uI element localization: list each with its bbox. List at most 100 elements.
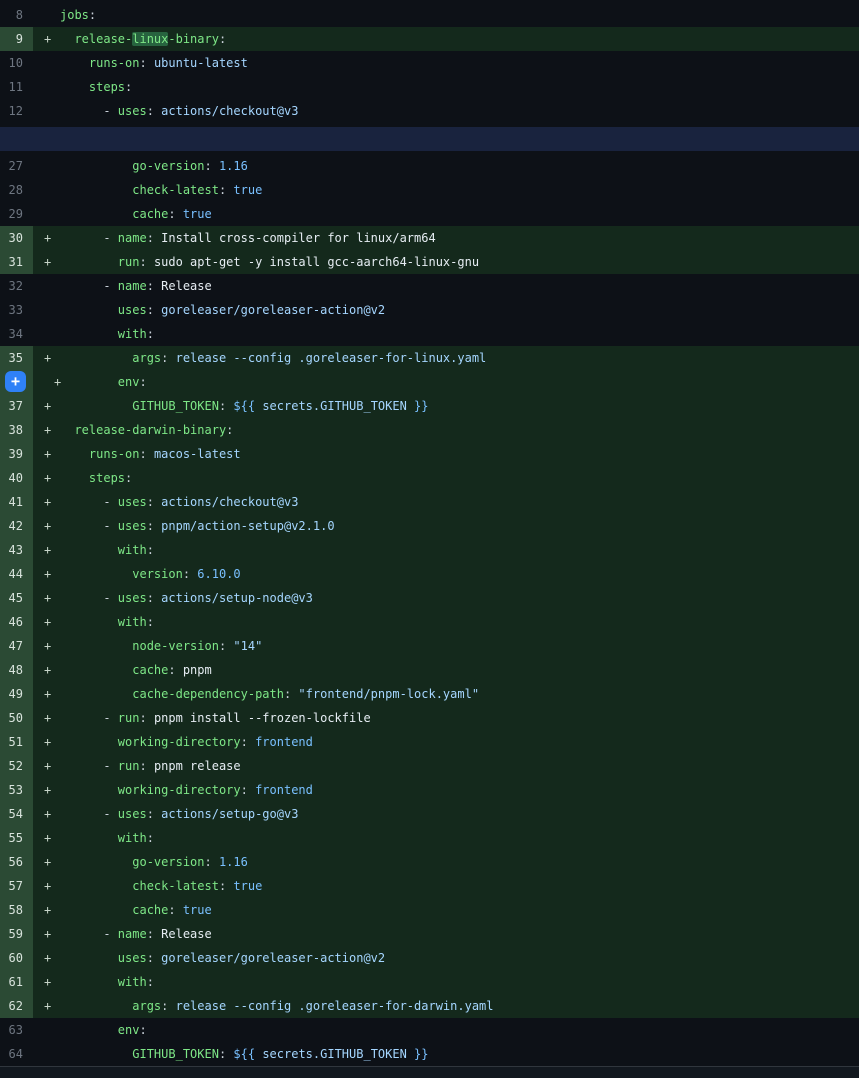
diff-row: 55+ with: xyxy=(0,826,859,850)
syntax-str: actions/checkout@v3 xyxy=(161,104,298,118)
line-number[interactable]: 39 xyxy=(0,442,33,466)
diff-row: 54+ - uses: actions/setup-go@v3 xyxy=(0,802,859,826)
syntax-key: uses xyxy=(118,591,147,605)
line-number[interactable]: 56 xyxy=(0,850,33,874)
line-number[interactable]: 32 xyxy=(0,274,33,298)
line-number[interactable]: 52 xyxy=(0,754,33,778)
syntax-key: steps xyxy=(60,471,125,485)
syntax-key: go-version xyxy=(60,855,205,869)
line-number[interactable]: 45 xyxy=(0,586,33,610)
syntax-str: actions/setup-go@v3 xyxy=(161,807,298,821)
line-number[interactable]: 29 xyxy=(0,202,33,226)
line-number[interactable]: 53 xyxy=(0,778,33,802)
line-number[interactable]: 47 xyxy=(0,634,33,658)
syntax-punct: : xyxy=(139,1023,146,1037)
diff-marker: + xyxy=(33,682,60,706)
syntax-punct: : xyxy=(147,807,161,821)
code-line: with: xyxy=(60,538,859,562)
diff-marker: + xyxy=(33,418,60,442)
syntax-key: check-latest xyxy=(60,183,219,197)
line-number[interactable]: 58 xyxy=(0,898,33,922)
line-number[interactable]: 49 xyxy=(0,682,33,706)
line-number[interactable]: 59 xyxy=(0,922,33,946)
line-body: + with: xyxy=(33,826,859,850)
line-number[interactable]: 51 xyxy=(0,730,33,754)
line-number[interactable]: 30 xyxy=(0,226,33,250)
code-line: with: xyxy=(60,610,859,634)
line-number[interactable]: 64 xyxy=(0,1042,33,1066)
line-body: + GITHUB_TOKEN: ${{ secrets.GITHUB_TOKEN… xyxy=(33,394,859,418)
syntax-str: ubuntu-latest xyxy=(154,56,248,70)
diff-row: 40+ steps: xyxy=(0,466,859,490)
line-number[interactable]: 31 xyxy=(0,250,33,274)
code-line: - uses: pnpm/action-setup@v2.1.0 xyxy=(60,514,859,538)
line-number[interactable]: 28 xyxy=(0,178,33,202)
line-number[interactable]: 62 xyxy=(0,994,33,1018)
line-number[interactable]: 8 xyxy=(0,3,33,27)
syntax-key: release- xyxy=(60,32,132,46)
syntax-key: run xyxy=(60,255,139,269)
diff-row: 60+ uses: goreleaser/goreleaser-action@v… xyxy=(0,946,859,970)
line-number[interactable]: 55 xyxy=(0,826,33,850)
line-number[interactable]: 33 xyxy=(0,298,33,322)
add-comment-button[interactable]: + xyxy=(5,371,26,392)
line-number[interactable]: 12 xyxy=(0,99,33,123)
syntax-punct: : xyxy=(147,303,161,317)
line-number[interactable]: 44 xyxy=(0,562,33,586)
line-number[interactable]: 61 xyxy=(0,970,33,994)
diff-marker: + xyxy=(33,898,60,922)
syntax-punct: : xyxy=(147,831,154,845)
diff-marker xyxy=(33,75,60,99)
diff-marker xyxy=(33,1018,60,1042)
code-line: - uses: actions/checkout@v3 xyxy=(60,490,859,514)
code-line: version: 6.10.0 xyxy=(60,562,859,586)
syntax-text: pnpm install --frozen-lockfile xyxy=(154,711,371,725)
line-number[interactable]: 35 xyxy=(0,346,33,370)
line-number[interactable]: 40 xyxy=(0,466,33,490)
line-body: + cache-dependency-path: "frontend/pnpm-… xyxy=(33,682,859,706)
line-number[interactable]: 63 xyxy=(0,1018,33,1042)
code-line: cache: true xyxy=(60,202,859,226)
line-number[interactable]: 60 xyxy=(0,946,33,970)
diff-marker: + xyxy=(33,442,60,466)
line-number[interactable]: 50 xyxy=(0,706,33,730)
code-line: steps: xyxy=(60,466,859,490)
syntax-key: with xyxy=(60,975,147,989)
syntax-punct: : xyxy=(219,32,226,46)
line-number[interactable]: 10 xyxy=(0,51,33,75)
line-number[interactable]: 54 xyxy=(0,802,33,826)
code-line: - run: pnpm install --frozen-lockfile xyxy=(60,706,859,730)
line-number[interactable]: 46 xyxy=(0,610,33,634)
line-number[interactable]: 41 xyxy=(0,490,33,514)
code-line: with: xyxy=(60,970,859,994)
diff-marker: + xyxy=(33,466,60,490)
syntax-punct: : xyxy=(284,687,298,701)
line-number[interactable]: 37 xyxy=(0,394,33,418)
syntax-punct: - xyxy=(60,711,118,725)
syntax-punct: : xyxy=(226,423,233,437)
line-number[interactable]: 27 xyxy=(0,154,33,178)
line-number[interactable]: 11 xyxy=(0,75,33,99)
line-number[interactable]: 34 xyxy=(0,322,33,346)
diff-row: 49+ cache-dependency-path: "frontend/pnp… xyxy=(0,682,859,706)
line-number[interactable]: 57 xyxy=(0,874,33,898)
code-line: check-latest: true xyxy=(60,874,859,898)
diff-marker: + xyxy=(33,730,60,754)
diff-row: 47+ node-version: "14" xyxy=(0,634,859,658)
syntax-key: with xyxy=(60,831,147,845)
line-body: - name: Release xyxy=(33,274,859,298)
syntax-key: runs-on xyxy=(60,447,139,461)
code-line: - name: Release xyxy=(60,922,859,946)
line-body: + cache: pnpm xyxy=(33,658,859,682)
syntax-key: uses xyxy=(60,303,147,317)
line-number[interactable]: 48 xyxy=(0,658,33,682)
diff-row: 9+ release-linux-binary: xyxy=(0,27,859,51)
line-number[interactable]: 43 xyxy=(0,538,33,562)
syntax-punct: - xyxy=(60,495,118,509)
line-number[interactable]: 42 xyxy=(0,514,33,538)
line-number[interactable]: 38 xyxy=(0,418,33,442)
hunk-expander-row[interactable] xyxy=(0,127,859,151)
syntax-key: working-directory xyxy=(60,735,241,749)
diff-marker: + xyxy=(33,538,60,562)
line-number[interactable]: 9 xyxy=(0,27,33,51)
